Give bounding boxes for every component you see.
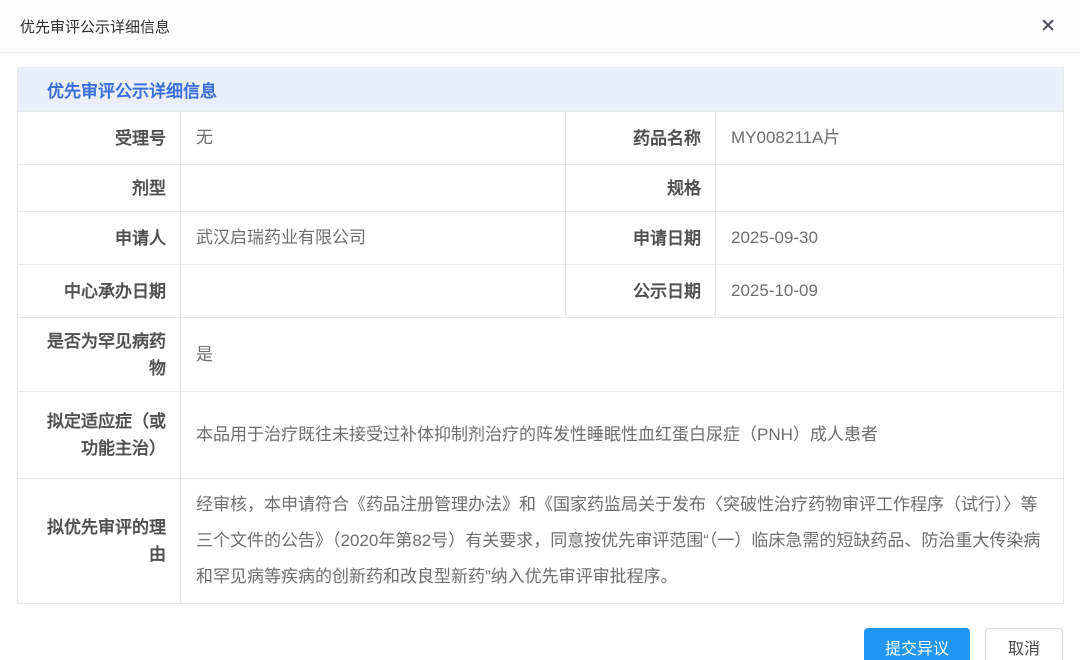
field-value-applicant: 武汉启瑞药业有限公司: [181, 212, 566, 265]
field-label-applicant: 申请人: [18, 212, 181, 265]
table-row: 中心承办日期 公示日期 2025-10-09: [18, 265, 1064, 318]
table-row: 剂型 规格: [18, 165, 1064, 212]
modal-title: 优先审评公示详细信息: [20, 16, 170, 37]
modal-titlebar: 优先审评公示详细信息 ✕: [0, 0, 1080, 53]
table-row: 拟定适应症（或功能主治） 本品用于治疗既往未接受过补体抑制剂治疗的阵发性睡眠性血…: [18, 392, 1064, 479]
field-label-publicity-date: 公示日期: [566, 265, 716, 318]
field-value-specification: [716, 165, 1064, 212]
field-value-publicity-date: 2025-10-09: [716, 265, 1064, 318]
field-value-drug-name: MY008211A片: [716, 112, 1064, 165]
field-value-proposed-indication: 本品用于治疗既往未接受过补体抑制剂治疗的阵发性睡眠性血红蛋白尿症（PNH）成人患…: [181, 392, 1064, 479]
field-label-application-date: 申请日期: [566, 212, 716, 265]
field-value-rare-disease-drug: 是: [181, 318, 1064, 392]
field-value-acceptance-number: 无: [181, 112, 566, 165]
field-label-specification: 规格: [566, 165, 716, 212]
detail-table: 优先审评公示详细信息 受理号 无 药品名称 MY008211A片 剂型 规格 申…: [17, 67, 1064, 604]
submit-objection-button[interactable]: 提交异议: [864, 628, 970, 660]
field-label-drug-name: 药品名称: [566, 112, 716, 165]
table-row: 优先审评公示详细信息: [18, 68, 1064, 112]
field-value-priority-review-reason: 经审核，本申请符合《药品注册管理办法》和《国家药监局关于发布〈突破性治疗药物审评…: [181, 479, 1064, 604]
panel-header-title: 优先审评公示详细信息: [18, 68, 1064, 112]
cancel-button[interactable]: 取消: [985, 628, 1063, 660]
field-label-proposed-indication: 拟定适应症（或功能主治）: [18, 392, 181, 479]
field-label-center-undertake-date: 中心承办日期: [18, 265, 181, 318]
field-label-dosage-form: 剂型: [18, 165, 181, 212]
field-label-priority-review-reason: 拟优先审评的理由: [18, 479, 181, 604]
field-label-rare-disease-drug: 是否为罕见病药物: [18, 318, 181, 392]
table-row: 受理号 无 药品名称 MY008211A片: [18, 112, 1064, 165]
table-row: 拟优先审评的理由 经审核，本申请符合《药品注册管理办法》和《国家药监局关于发布〈…: [18, 479, 1064, 604]
priority-review-detail-modal: 优先审评公示详细信息 ✕ 优先审评公示详细信息 受理号 无 药品名称 MY008…: [0, 0, 1080, 660]
table-row: 是否为罕见病药物 是: [18, 318, 1064, 392]
detail-panel: 优先审评公示详细信息 受理号 无 药品名称 MY008211A片 剂型 规格 申…: [17, 67, 1063, 604]
field-value-dosage-form: [181, 165, 566, 212]
modal-footer: 提交异议 取消: [0, 628, 1063, 660]
close-icon[interactable]: ✕: [1036, 13, 1060, 40]
field-value-center-undertake-date: [181, 265, 566, 318]
field-label-acceptance-number: 受理号: [18, 112, 181, 165]
field-value-application-date: 2025-09-30: [716, 212, 1064, 265]
table-row: 申请人 武汉启瑞药业有限公司 申请日期 2025-09-30: [18, 212, 1064, 265]
